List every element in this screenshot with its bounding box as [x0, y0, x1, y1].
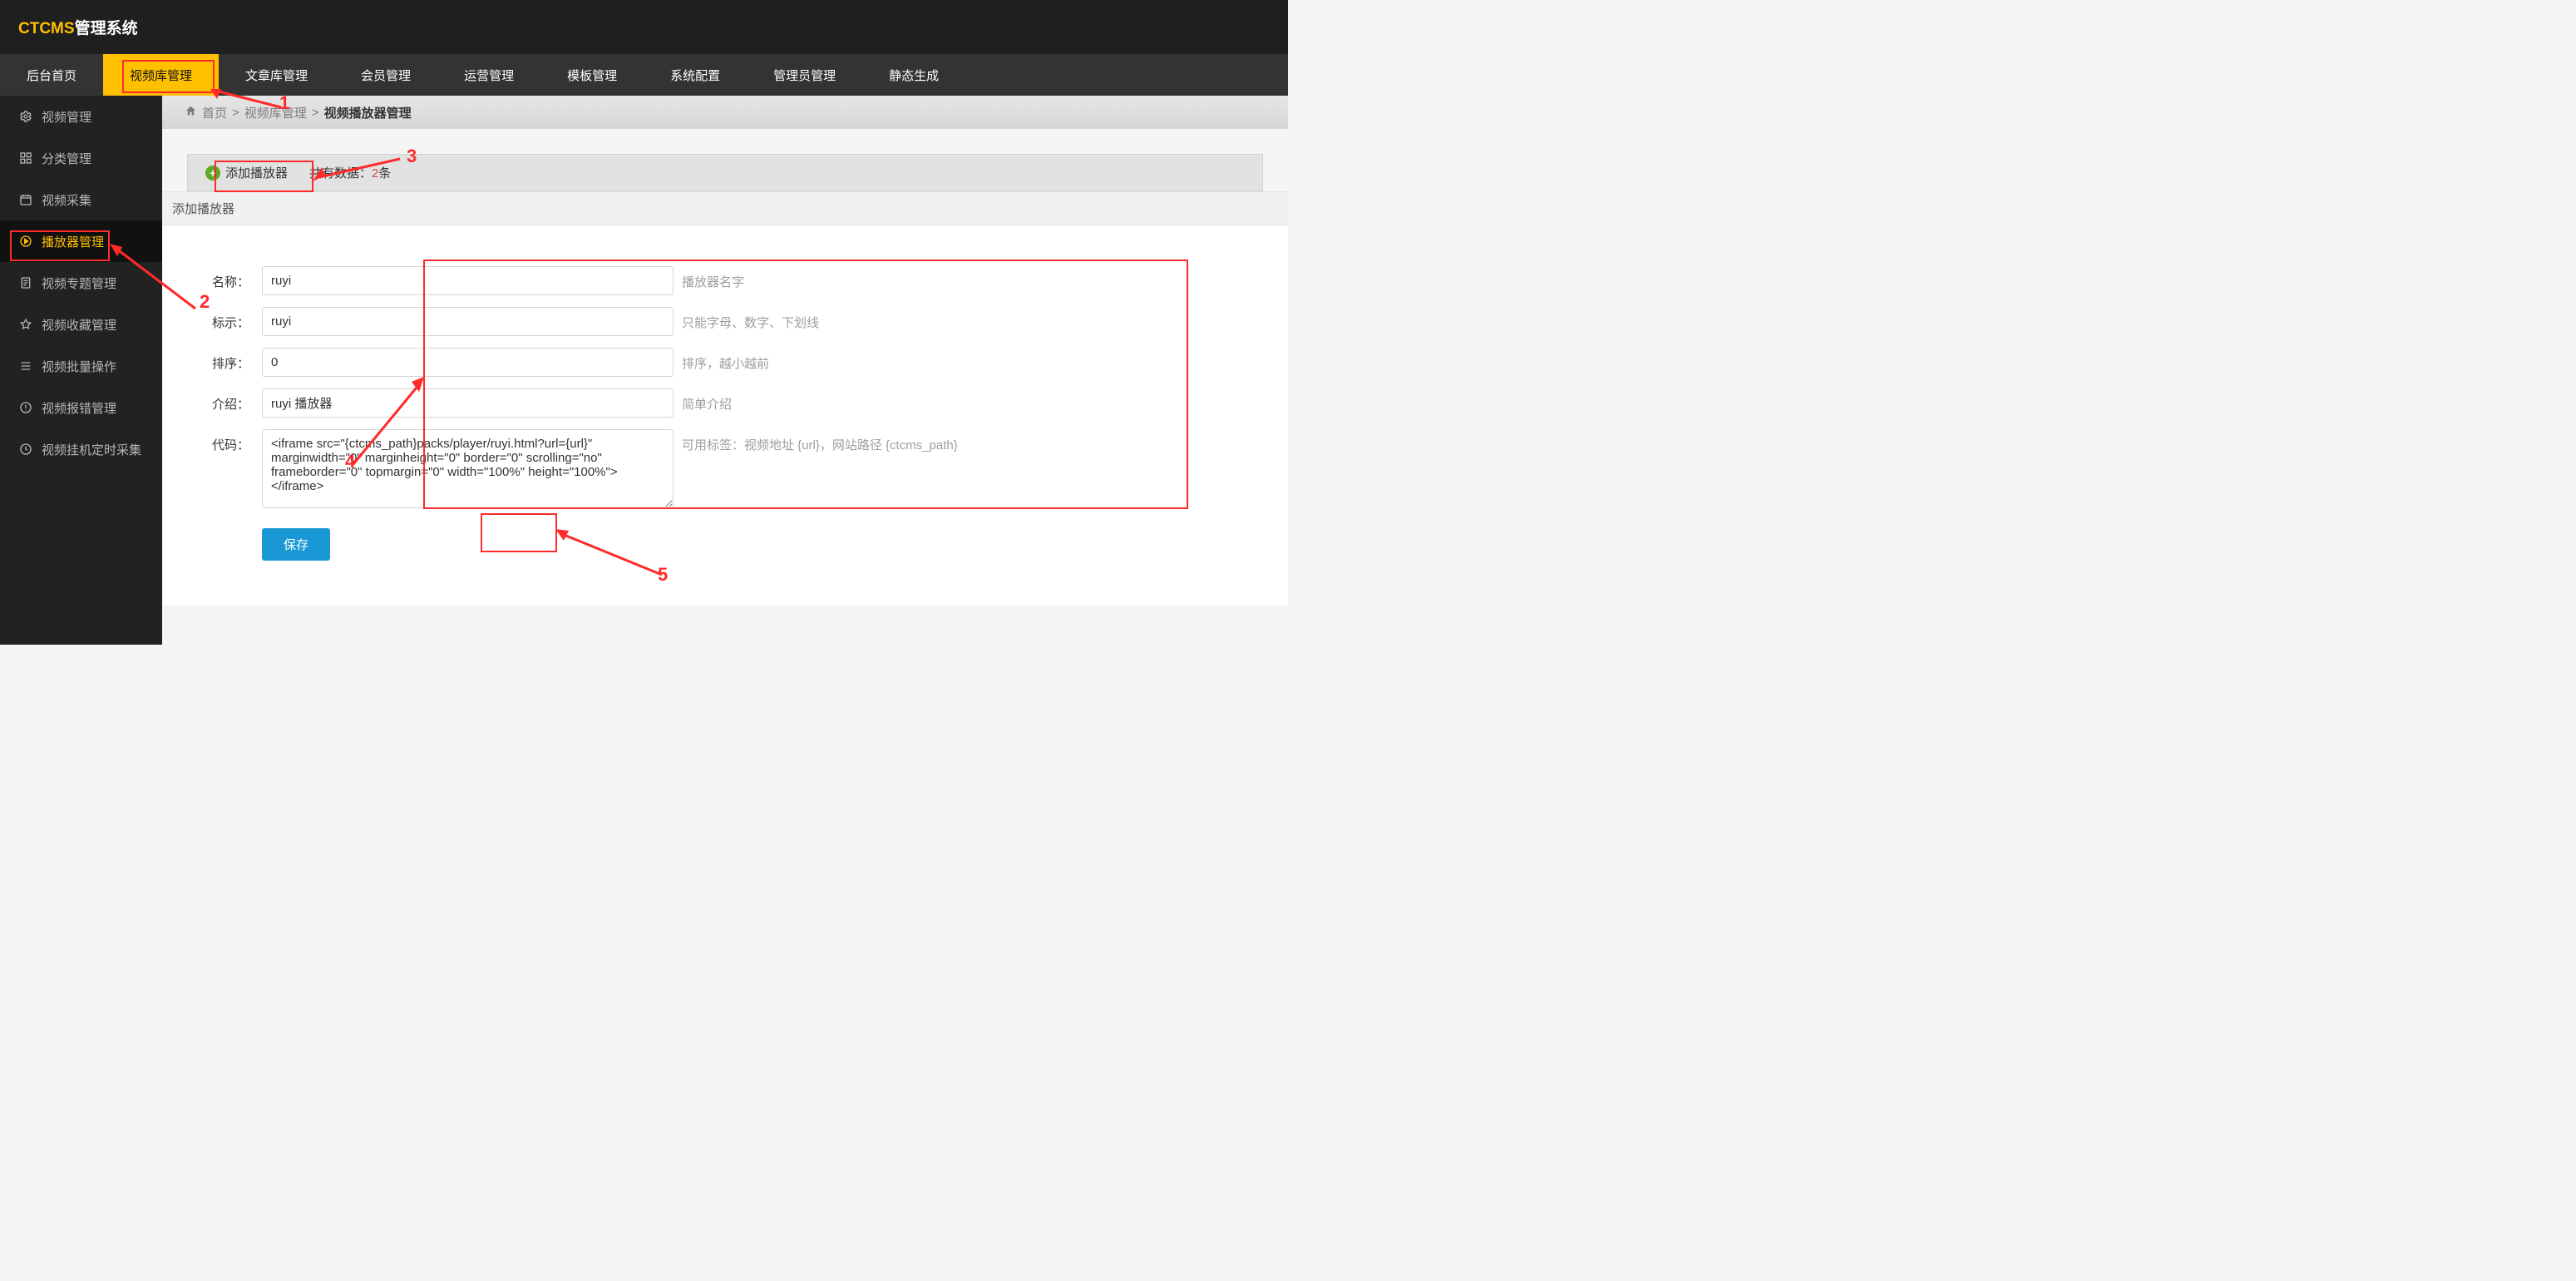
stats: 共有数据：2条 [309, 164, 391, 181]
plus-icon: + [205, 166, 220, 181]
hint-order: 排序，越小越前 [674, 348, 958, 377]
header: CTCMS管理系统 [0, 0, 1288, 54]
label-code: 代码： [212, 429, 262, 512]
sidebar-item-label: 视频收藏管理 [42, 316, 116, 334]
topnav-item-2[interactable]: 文章库管理 [219, 54, 334, 96]
panel-title: 添加播放器 [162, 191, 1288, 225]
form-area: 名称： 播放器名字 标示： 只能字母、数字、下划线 排序： 排序，越小越前 介绍… [162, 225, 1288, 606]
label-intro: 介绍： [212, 388, 262, 418]
hint-name: 播放器名字 [674, 266, 958, 295]
topnav-item-3[interactable]: 会员管理 [334, 54, 437, 96]
sidebar-item-7[interactable]: 视频报错管理 [0, 387, 162, 428]
sidebar-item-label: 视频批量操作 [42, 358, 116, 375]
main: 首页 > 视频库管理 > 视频播放器管理 + 添加播放器 共有数据：2条 添加播… [162, 96, 1288, 645]
sidebar-item-label: 视频报错管理 [42, 399, 116, 417]
sidebar-item-5[interactable]: 视频收藏管理 [0, 304, 162, 345]
sidebar-item-8[interactable]: 视频挂机定时采集 [0, 428, 162, 470]
label-order: 排序： [212, 348, 262, 377]
calendar-icon [18, 192, 33, 207]
hint-code: 可用标签：视频地址 {url}，网站路径 {ctcms_path} [674, 429, 958, 512]
breadcrumb-mid[interactable]: 视频库管理 [244, 104, 307, 121]
topnav-item-4[interactable]: 运营管理 [437, 54, 540, 96]
breadcrumb-sep: > [312, 106, 319, 120]
grid-icon [18, 151, 33, 166]
code-textarea[interactable] [262, 429, 674, 508]
order-input[interactable] [262, 348, 674, 377]
sidebar-item-label: 视频挂机定时采集 [42, 441, 141, 458]
sidebar-item-label: 视频采集 [42, 191, 91, 209]
sidebar-item-2[interactable]: 视频采集 [0, 179, 162, 220]
logo-rest: 管理系统 [75, 20, 138, 37]
hint-flag: 只能字母、数字、下划线 [674, 307, 958, 336]
top-nav: 后台首页视频库管理文章库管理会员管理运营管理模板管理系统配置管理员管理静态生成 [0, 54, 1288, 96]
add-player-button[interactable]: + 添加播放器 [200, 161, 293, 184]
list-icon [18, 359, 33, 373]
doc-icon [18, 275, 33, 290]
save-button[interactable]: 保存 [262, 528, 330, 561]
sidebar-item-label: 分类管理 [42, 150, 91, 167]
topnav-item-1[interactable]: 视频库管理 [103, 54, 219, 96]
sidebar: 视频管理分类管理视频采集播放器管理视频专题管理视频收藏管理视频批量操作视频报错管… [0, 96, 162, 645]
alert-icon [18, 400, 33, 415]
flag-input[interactable] [262, 307, 674, 336]
breadcrumb-current: 视频播放器管理 [324, 104, 412, 121]
sidebar-item-label: 视频专题管理 [42, 274, 116, 292]
app-logo: CTCMS管理系统 [18, 16, 138, 38]
sidebar-item-6[interactable]: 视频批量操作 [0, 345, 162, 387]
play-icon [18, 234, 33, 249]
topnav-item-8[interactable]: 静态生成 [862, 54, 965, 96]
sidebar-item-4[interactable]: 视频专题管理 [0, 262, 162, 304]
sidebar-item-3[interactable]: 播放器管理 [0, 220, 162, 262]
topnav-item-7[interactable]: 管理员管理 [747, 54, 862, 96]
stats-suffix: 条 [378, 166, 391, 181]
toolbar: + 添加播放器 共有数据：2条 [187, 154, 1263, 191]
stats-label: 共有数据： [309, 166, 372, 181]
label-flag: 标示： [212, 307, 262, 336]
sidebar-item-0[interactable]: 视频管理 [0, 96, 162, 137]
intro-input[interactable] [262, 388, 674, 418]
topnav-item-0[interactable]: 后台首页 [0, 54, 103, 96]
hint-intro: 简单介绍 [674, 388, 958, 418]
topnav-item-5[interactable]: 模板管理 [540, 54, 644, 96]
name-input[interactable] [262, 266, 674, 295]
clock-icon [18, 442, 33, 457]
sidebar-item-1[interactable]: 分类管理 [0, 137, 162, 179]
sidebar-item-label: 视频管理 [42, 108, 91, 126]
add-player-label: 添加播放器 [225, 164, 288, 181]
logo-accent: CTCMS [18, 20, 75, 37]
home-icon [185, 105, 197, 121]
breadcrumb: 首页 > 视频库管理 > 视频播放器管理 [162, 96, 1288, 129]
label-name: 名称： [212, 266, 262, 295]
star-icon [18, 317, 33, 332]
breadcrumb-home[interactable]: 首页 [202, 104, 227, 121]
sidebar-item-label: 播放器管理 [42, 233, 104, 250]
topnav-item-6[interactable]: 系统配置 [644, 54, 747, 96]
gear-icon [18, 109, 33, 124]
breadcrumb-sep: > [232, 106, 239, 120]
